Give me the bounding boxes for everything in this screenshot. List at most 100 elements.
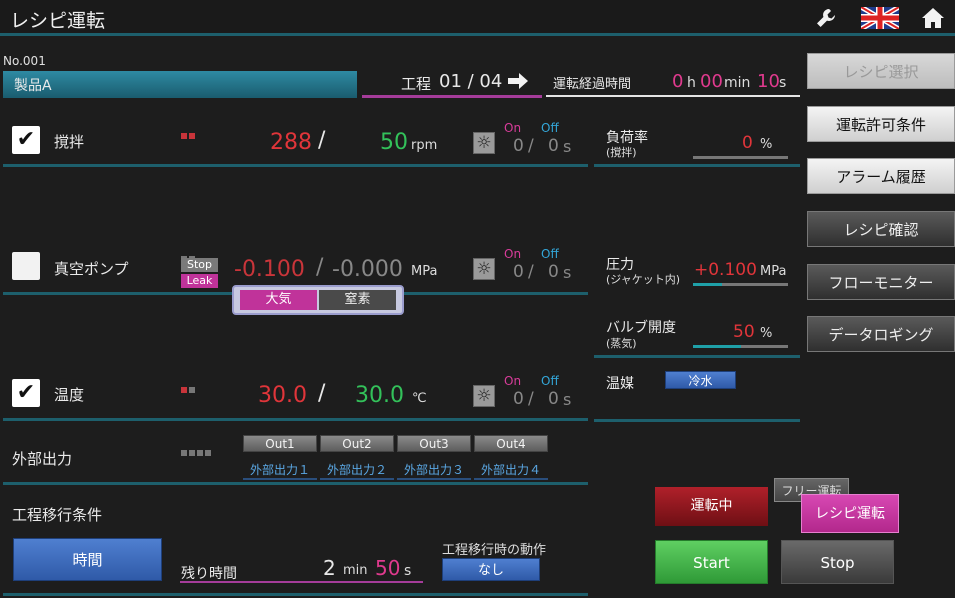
- vacuum-timer-gear-icon[interactable]: ☼: [473, 258, 495, 280]
- process-step: 01 / 04: [439, 71, 503, 92]
- stir-off-value: 0: [548, 136, 559, 156]
- elapsed-minutes: 00: [700, 71, 723, 92]
- temp-off-value: 0: [548, 389, 559, 409]
- stir-actual: 288: [270, 130, 312, 155]
- start-button[interactable]: Start: [655, 540, 768, 584]
- action-select[interactable]: なし: [442, 558, 540, 581]
- temp-off-label: Off: [541, 374, 559, 388]
- outputs-label: 外部出力: [12, 450, 73, 468]
- elapsed-s-unit: s: [779, 75, 787, 91]
- stir-on-label: On: [504, 121, 522, 135]
- recipe-name: 製品A: [14, 78, 52, 94]
- vacuum-label: 真空ポンプ: [54, 260, 129, 278]
- stir-setpoint[interactable]: 50: [380, 130, 408, 155]
- elapsed-seconds: 10: [757, 71, 780, 92]
- pressure-bar-track: [693, 283, 788, 286]
- stir-unit: rpm: [411, 138, 438, 153]
- temp-setpoint[interactable]: 30.0: [355, 383, 404, 408]
- arrow-right-icon: [508, 73, 528, 93]
- bottom-line: [3, 593, 588, 596]
- recipe-confirm-button[interactable]: レシピ確認: [807, 211, 955, 247]
- stir-row-line: [3, 164, 588, 167]
- pressure-value: +0.100: [694, 260, 757, 280]
- run-permission-button[interactable]: 運転許可条件: [807, 106, 955, 142]
- popup-atm-button[interactable]: 大気: [240, 290, 317, 310]
- out4-button[interactable]: Out4: [474, 435, 548, 452]
- temp-checkbox[interactable]: ✔: [12, 379, 40, 407]
- vacuum-unit: MPa: [411, 264, 438, 279]
- running-indicator: 運転中: [655, 487, 768, 526]
- vacuum-timer-unit: s: [563, 263, 572, 282]
- action-label: 工程移行時の動作: [442, 543, 547, 558]
- vacuum-off-value: 0: [548, 262, 559, 282]
- transition-label: 工程移行条件: [12, 506, 103, 524]
- process-underline: [362, 95, 542, 98]
- valve-unit: %: [760, 326, 773, 341]
- out1-name: 外部出力１: [243, 461, 317, 480]
- remaining-min-unit: min: [343, 563, 368, 578]
- temp-timer-gear-icon[interactable]: ☼: [473, 385, 495, 407]
- stir-timer-gear-icon[interactable]: ☼: [473, 132, 495, 154]
- load-value: 0: [742, 133, 753, 153]
- popup-nitrogen-button[interactable]: 窒素: [319, 290, 396, 310]
- out2-button[interactable]: Out2: [320, 435, 394, 452]
- load-sub: (撹拌): [606, 146, 637, 159]
- remaining-minutes: 2: [323, 556, 336, 580]
- out1-button[interactable]: Out1: [243, 435, 317, 452]
- remaining-s-unit: s: [404, 563, 412, 579]
- wrench-icon[interactable]: [815, 7, 837, 29]
- temp-timer-unit: s: [563, 390, 572, 409]
- flow-monitor-button[interactable]: フローモニター: [807, 264, 955, 300]
- valve-sub: (蒸気): [606, 337, 637, 350]
- temp-actual: 30.0: [258, 383, 307, 408]
- valve-bar-fill: [693, 345, 741, 348]
- stir-timer-unit: s: [563, 137, 572, 156]
- vacuum-sep: /: [316, 255, 324, 280]
- out3-name: 外部出力３: [397, 461, 471, 480]
- out3-button[interactable]: Out3: [397, 435, 471, 452]
- vacuum-off-label: Off: [541, 247, 559, 261]
- load-unit: %: [760, 137, 773, 152]
- vacuum-stop-button[interactable]: Stop: [181, 258, 218, 272]
- temp-on-value: 0: [513, 389, 524, 409]
- elapsed-hours: 0: [672, 71, 684, 92]
- valve-value: 50: [733, 322, 755, 342]
- elapsed-h-unit: h: [687, 75, 696, 91]
- remaining-underline: [180, 581, 423, 583]
- stir-checkbox[interactable]: ✔: [12, 126, 40, 154]
- medium-value[interactable]: 冷水: [665, 371, 736, 389]
- page-title: レシピ運転: [10, 10, 106, 32]
- load-bar-track: [693, 156, 788, 159]
- uk-flag-icon[interactable]: [859, 4, 901, 32]
- vacuum-setpoint[interactable]: -0.000: [332, 257, 403, 282]
- process-label: 工程: [401, 75, 432, 93]
- vacuum-leak-button[interactable]: Leak: [181, 274, 218, 288]
- home-icon[interactable]: [921, 6, 945, 30]
- temp-label: 温度: [54, 386, 85, 404]
- outputs-row-line: [3, 482, 588, 485]
- temp-on-label: On: [504, 374, 522, 388]
- medium-label: 温媒: [606, 376, 634, 392]
- valve-row-line: [594, 355, 800, 358]
- title-bar: [0, 0, 955, 36]
- stir-sep: /: [318, 128, 326, 153]
- alarm-history-button[interactable]: アラーム履歴: [807, 158, 955, 194]
- transition-mode-button[interactable]: 時間: [13, 538, 162, 581]
- stop-button[interactable]: Stop: [781, 540, 894, 584]
- data-logging-button[interactable]: データロギング: [807, 316, 955, 352]
- outputs-leds: [181, 441, 213, 460]
- temp-status-leds: [181, 378, 197, 397]
- valve-label: バルブ開度: [606, 320, 676, 336]
- valve-bar-track: [693, 345, 788, 348]
- stir-off-label: Off: [541, 121, 559, 135]
- medium-row-line: [594, 419, 800, 422]
- vacuum-actual: -0.100: [234, 257, 305, 282]
- vacuum-on-label: On: [504, 247, 522, 261]
- out4-name: 外部出力４: [474, 461, 548, 480]
- vacuum-checkbox[interactable]: [12, 252, 40, 280]
- recipe-select-button[interactable]: レシピ選択: [807, 53, 955, 89]
- recipe-run-button[interactable]: レシピ運転: [801, 494, 899, 533]
- temp-row-line: [3, 418, 588, 421]
- pressure-sub: (ジャケット内): [606, 273, 681, 286]
- temp-sep: /: [318, 381, 326, 406]
